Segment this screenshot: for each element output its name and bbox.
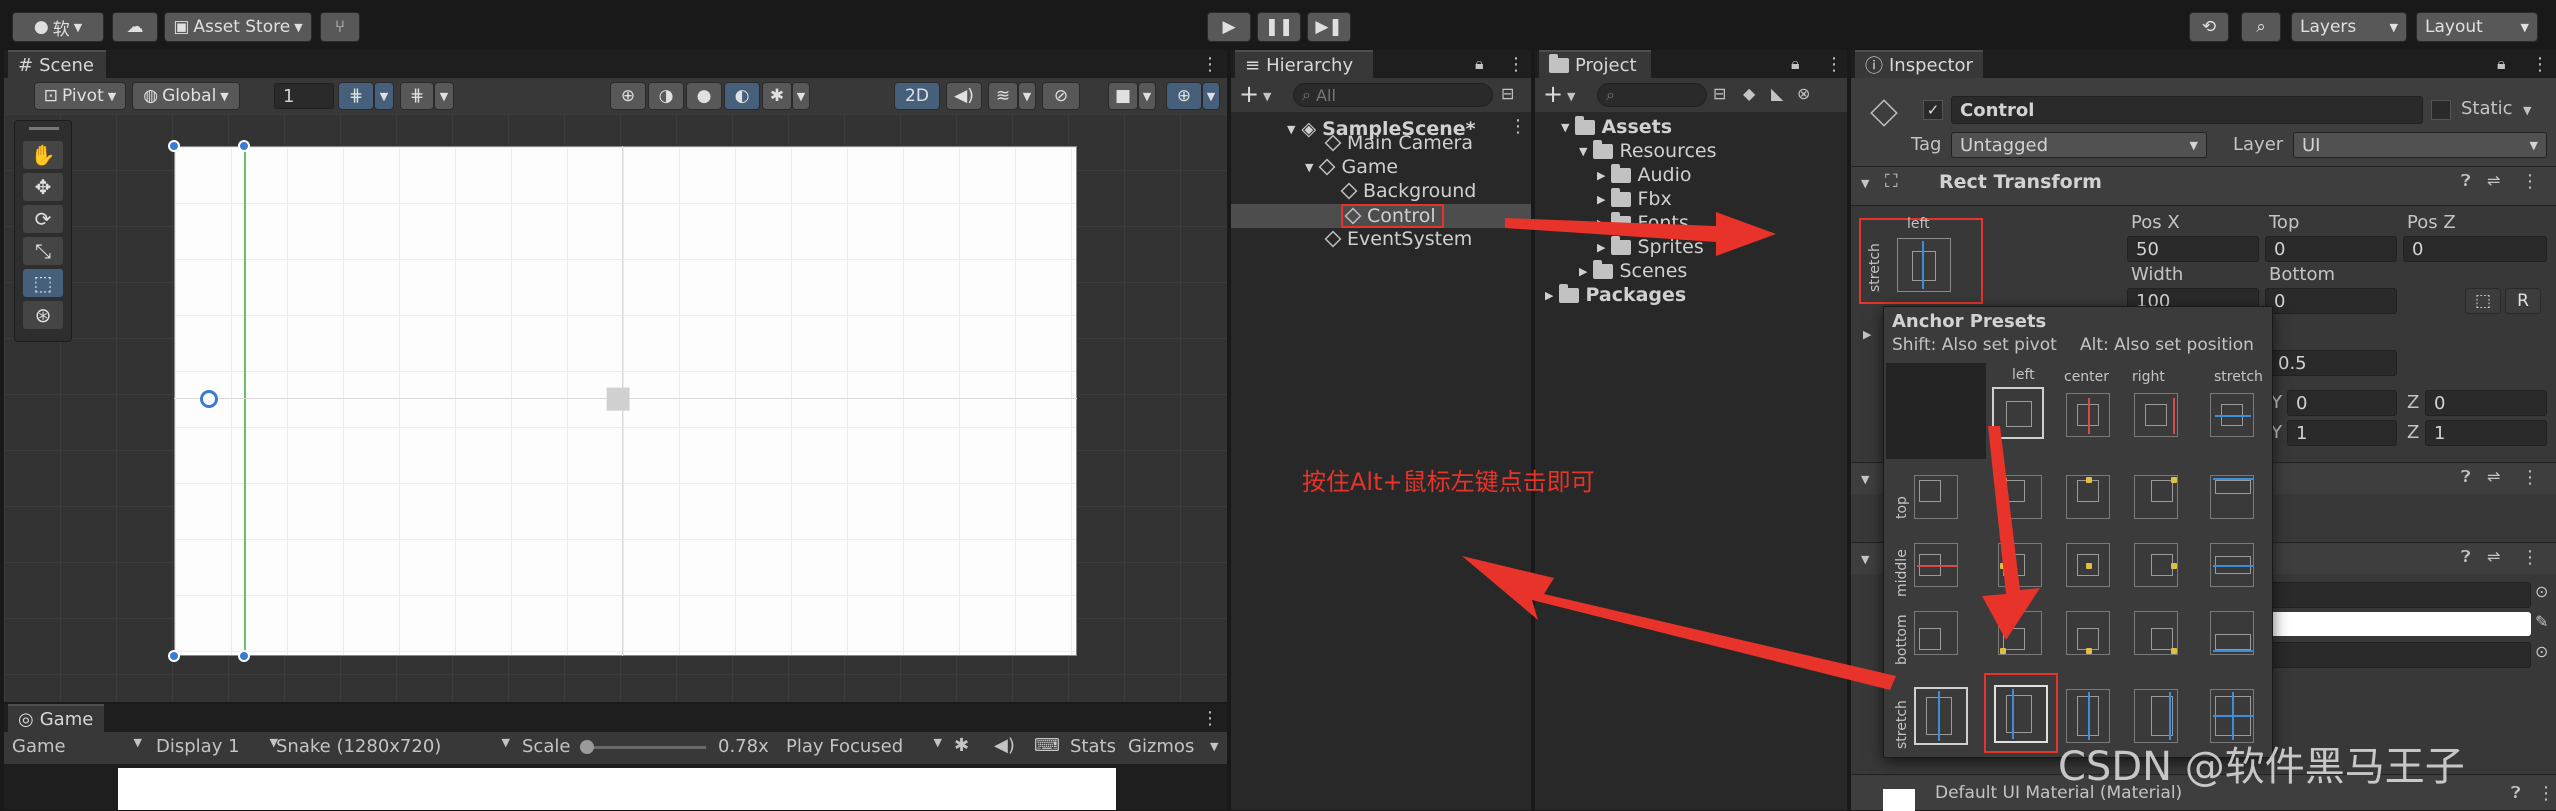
annotation-arrows xyxy=(1462,212,2040,690)
arrow-to-annotation xyxy=(1462,556,1896,690)
annotation-text: 按住Alt+鼠标左键点击即可 xyxy=(1302,468,1595,496)
watermark: CSDN @软件黑马王子 xyxy=(2058,744,2465,790)
arrow-down-to-stretch-left xyxy=(1982,426,2040,640)
arrow-control-to-anchor xyxy=(1505,212,1776,256)
